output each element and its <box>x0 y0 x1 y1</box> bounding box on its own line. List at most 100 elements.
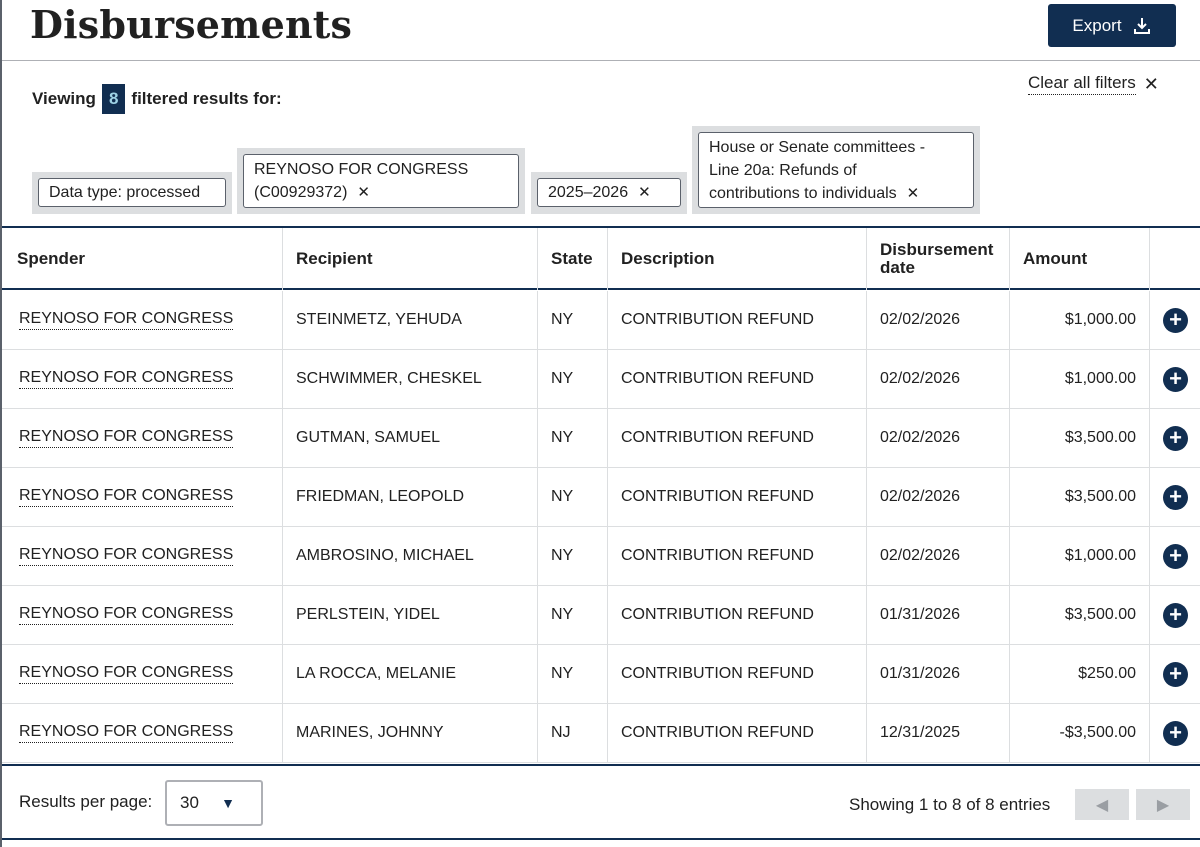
cell-date: 01/31/2026 <box>867 586 1010 644</box>
spender-link[interactable]: REYNOSO FOR CONGRESS <box>19 428 234 448</box>
spender-link[interactable]: REYNOSO FOR CONGRESS <box>19 369 234 389</box>
filter-tag-label-line2: Line 20a: Refunds of <box>709 162 857 179</box>
filter-tag-label-line1: REYNOSO FOR CONGRESS <box>254 161 469 178</box>
cell-date: 01/31/2026 <box>867 645 1010 703</box>
spender-link[interactable]: REYNOSO FOR CONGRESS <box>19 664 234 684</box>
filter-tag-data-type: Data type: processed <box>32 172 232 214</box>
table-header: Spender Recipient State Description Disb… <box>2 228 1200 290</box>
amount-value: -$3,500.00 <box>1059 724 1136 741</box>
column-header-spender[interactable]: Spender <box>2 228 283 290</box>
clear-all-filters-button[interactable]: Clear all filters ✕ <box>1028 73 1159 95</box>
amount-value: $3,500.00 <box>1064 606 1136 623</box>
export-button[interactable]: Export <box>1048 4 1176 47</box>
date-value: 02/02/2026 <box>880 370 961 387</box>
cell-amount: $3,500.00 <box>1010 409 1150 467</box>
table-row: REYNOSO FOR CONGRESS STEINMETZ, YEHUDA NY C… <box>2 291 1200 350</box>
spender-link[interactable]: REYNOSO FOR CONGRESS <box>19 487 234 507</box>
spender-link[interactable]: REYNOSO FOR CONGRESS <box>19 605 234 625</box>
remove-filter-icon[interactable]: ✕ <box>907 185 920 202</box>
cell-spender: REYNOSO FOR CONGRESS <box>2 704 283 762</box>
date-value: 01/31/2026 <box>880 606 961 623</box>
description-value: CONTRIBUTION REFUND <box>621 488 814 505</box>
column-header-recipient[interactable]: Recipient <box>283 228 538 290</box>
filter-tag-label-line3: contributions to individuals <box>709 185 897 202</box>
cell-action: + <box>1150 645 1200 703</box>
cell-recipient: SCHWIMMER, CHESKEL <box>283 350 538 408</box>
column-header-label: State <box>551 249 593 268</box>
cell-action: + <box>1150 468 1200 526</box>
cell-date: 02/02/2026 <box>867 468 1010 526</box>
cell-amount: -$3,500.00 <box>1010 704 1150 762</box>
filter-tag-cycle: 2025–2026 ✕ <box>531 172 687 214</box>
state-value: NY <box>551 488 574 505</box>
date-value: 02/02/2026 <box>880 488 961 505</box>
cell-description: CONTRIBUTION REFUND <box>608 527 867 585</box>
amount-value: $3,500.00 <box>1064 488 1136 505</box>
cell-action: + <box>1150 409 1200 467</box>
plus-circle-icon[interactable]: + <box>1163 543 1188 569</box>
column-header-label: Spender <box>17 249 86 268</box>
column-header-date[interactable]: Disbursement date <box>867 228 1010 290</box>
plus-circle-icon[interactable]: + <box>1163 720 1188 746</box>
triangle-left-icon: ◀ <box>1095 796 1109 814</box>
results-per-page-select[interactable]: 30 ▼ <box>165 780 263 826</box>
plus-circle-icon[interactable]: + <box>1163 484 1188 510</box>
viewing-suffix: filtered results for: <box>131 89 282 108</box>
cell-state: NY <box>538 409 608 467</box>
state-value: NY <box>551 370 574 387</box>
remove-filter-icon[interactable]: ✕ <box>638 181 651 204</box>
plus-circle-icon[interactable]: + <box>1163 425 1188 451</box>
disbursements-page: Disbursements Export Viewing 8 filtered … <box>0 0 1200 847</box>
table-row: REYNOSO FOR CONGRESS SCHWIMMER, CHESKEL NY… <box>2 350 1200 409</box>
spender-link[interactable]: REYNOSO FOR CONGRESS <box>19 310 234 330</box>
plus-circle-icon[interactable]: + <box>1163 366 1188 392</box>
table-row: REYNOSO FOR CONGRESS GUTMAN, SAMUEL NY CONT… <box>2 409 1200 468</box>
amount-value: $1,000.00 <box>1064 370 1136 387</box>
cell-date: 02/02/2026 <box>867 527 1010 585</box>
column-header-label: Amount <box>1023 249 1088 268</box>
description-value: CONTRIBUTION REFUND <box>621 606 814 623</box>
page-header: Disbursements Export <box>2 0 1200 61</box>
cell-recipient: LA ROCCA, MELANIE <box>283 645 538 703</box>
cell-state: NY <box>538 527 608 585</box>
cell-spender: REYNOSO FOR CONGRESS <box>2 527 283 585</box>
cell-spender: REYNOSO FOR CONGRESS <box>2 586 283 644</box>
cell-date: 02/02/2026 <box>867 291 1010 349</box>
filter-tag-box: Data type: processed <box>38 178 226 207</box>
column-header-label: Disbursement date <box>880 240 994 277</box>
plus-circle-icon[interactable]: + <box>1163 602 1188 628</box>
plus-circle-icon[interactable]: + <box>1163 307 1188 333</box>
description-value: CONTRIBUTION REFUND <box>621 429 814 446</box>
cell-action: + <box>1150 586 1200 644</box>
column-header-state[interactable]: State <box>538 228 608 290</box>
cell-amount: $1,000.00 <box>1010 350 1150 408</box>
filter-summary: Viewing 8 filtered results for: <box>32 84 282 114</box>
filter-tag-label-line2: (C00929372) <box>254 184 348 201</box>
remove-filter-icon[interactable]: ✕ <box>357 184 370 201</box>
cell-state: NY <box>538 468 608 526</box>
cell-amount: $3,500.00 <box>1010 468 1150 526</box>
cell-amount: $3,500.00 <box>1010 586 1150 644</box>
date-value: 02/02/2026 <box>880 547 961 564</box>
cell-amount: $1,000.00 <box>1010 527 1150 585</box>
table-body: REYNOSO FOR CONGRESS STEINMETZ, YEHUDA NY C… <box>2 291 1200 763</box>
spender-link[interactable]: REYNOSO FOR CONGRESS <box>19 723 234 743</box>
cell-recipient: PERLSTEIN, YIDEL <box>283 586 538 644</box>
column-header-description[interactable]: Description <box>608 228 867 290</box>
previous-page-button[interactable]: ◀ <box>1075 789 1129 820</box>
amount-value: $3,500.00 <box>1064 429 1136 446</box>
cell-spender: REYNOSO FOR CONGRESS <box>2 468 283 526</box>
state-value: NY <box>551 547 574 564</box>
results-per-page-label: Results per page: <box>19 792 153 811</box>
column-header-label: Description <box>621 249 715 268</box>
column-header-amount[interactable]: Amount <box>1010 228 1150 290</box>
cell-amount: $1,000.00 <box>1010 291 1150 349</box>
plus-circle-icon[interactable]: + <box>1163 661 1188 687</box>
cell-date: 02/02/2026 <box>867 350 1010 408</box>
filter-tag-line-number: House or Senate committees - Line 20a: R… <box>692 126 980 214</box>
download-icon <box>1133 17 1150 34</box>
spender-link[interactable]: REYNOSO FOR CONGRESS <box>19 546 234 566</box>
next-page-button[interactable]: ▶ <box>1136 789 1190 820</box>
description-value: CONTRIBUTION REFUND <box>621 665 814 682</box>
cell-amount: $250.00 <box>1010 645 1150 703</box>
